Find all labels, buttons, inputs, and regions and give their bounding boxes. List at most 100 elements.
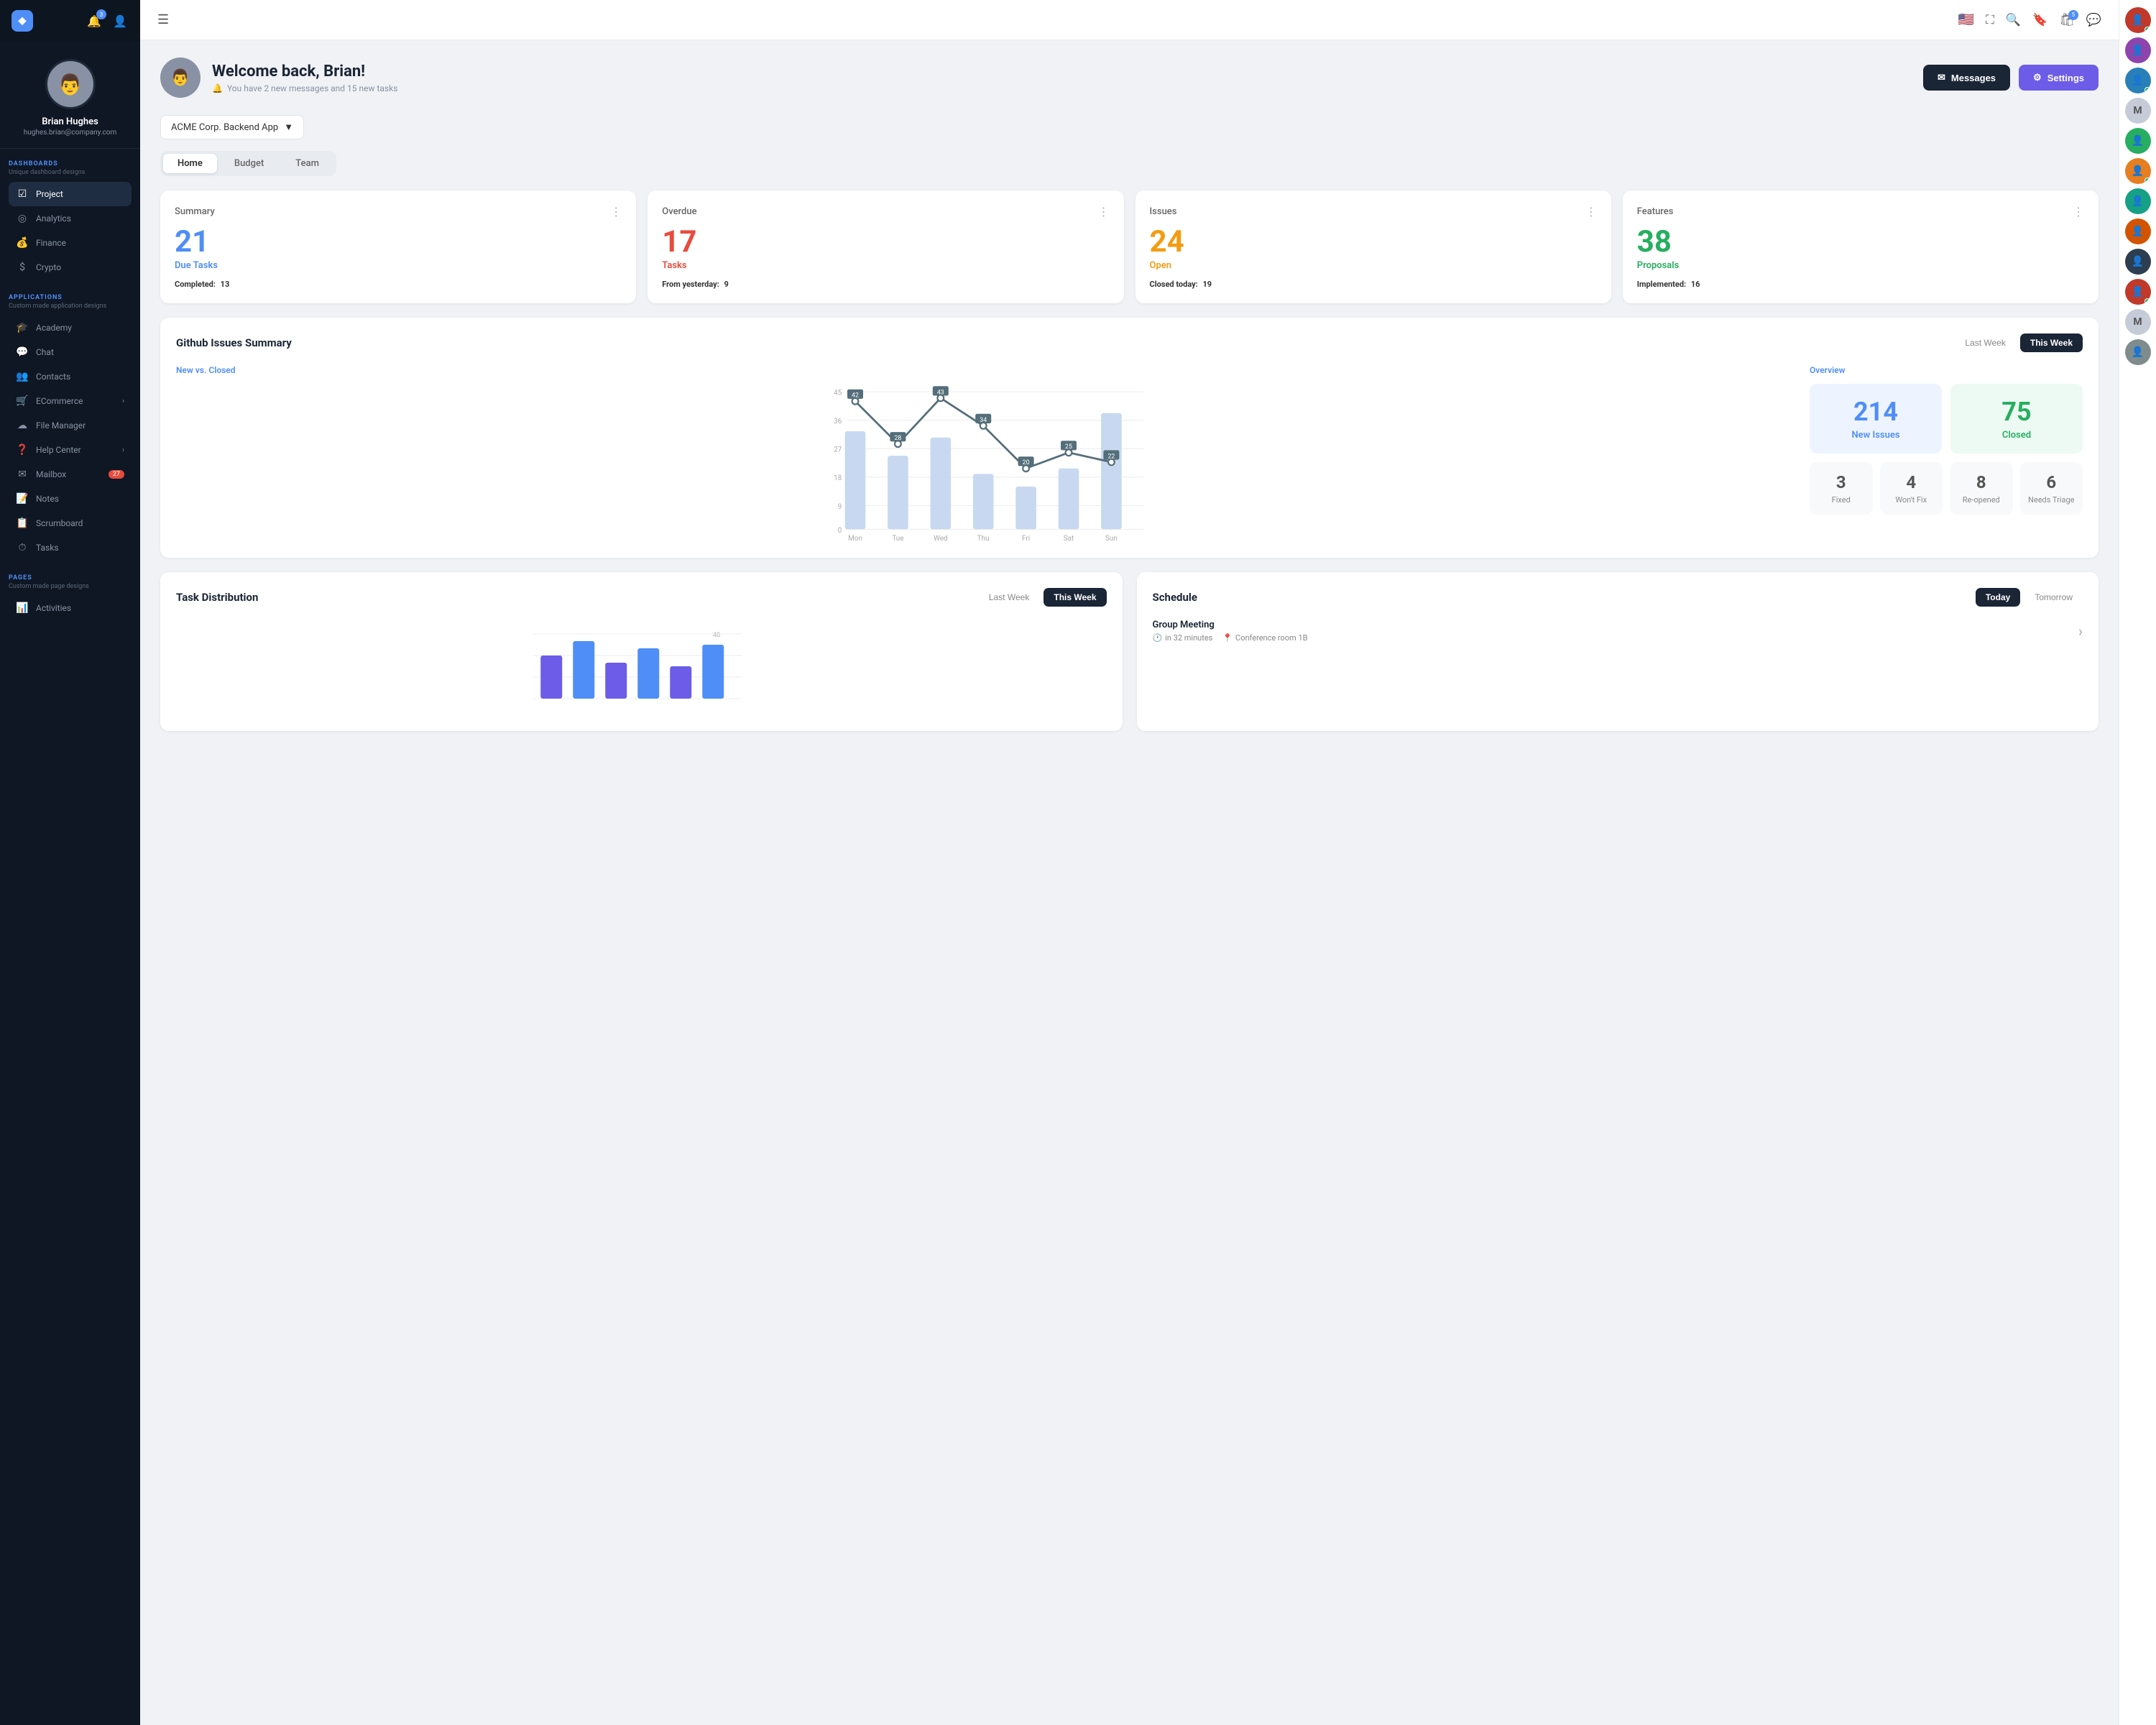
card-overdue-sub-key: From yesterday:: [662, 280, 719, 289]
gear-icon: ⚙: [2033, 72, 2042, 83]
sidebar-item-notes[interactable]: 📝 Notes: [9, 487, 132, 511]
project-selector[interactable]: ACME Corp. Backend App ▼: [160, 115, 304, 139]
right-avatar-7[interactable]: 👤: [2125, 218, 2151, 244]
tomorrow-btn[interactable]: Tomorrow: [2024, 588, 2083, 607]
topbar-chat-icon[interactable]: 💬: [2086, 13, 2101, 27]
new-issues-num: 214: [1823, 397, 1929, 427]
github-issues-title: Github Issues Summary: [176, 336, 292, 349]
analytics-icon: ◎: [16, 213, 29, 224]
card-features-menu[interactable]: ⋮: [2073, 205, 2084, 218]
sidebar-item-ecommerce[interactable]: 🛒 ECommerce ›: [9, 389, 132, 413]
right-avatar-8[interactable]: 👤: [2125, 249, 2151, 275]
right-avatar-2[interactable]: 👤: [2125, 68, 2151, 93]
sidebar-item-chat[interactable]: 💬 Chat: [9, 340, 132, 364]
sidebar-item-filemanager[interactable]: ☁ File Manager: [9, 413, 132, 438]
card-issues-sub-key: Closed today:: [1150, 280, 1198, 289]
academy-icon: 🎓: [16, 322, 29, 334]
helpcenter-icon: ❓: [16, 444, 29, 456]
tab-budget[interactable]: Budget: [220, 154, 278, 173]
right-avatar-9[interactable]: 👤: [2125, 279, 2151, 305]
right-avatar-6[interactable]: 👤: [2125, 188, 2151, 214]
finance-icon: 💰: [16, 237, 29, 249]
this-week-btn[interactable]: This Week: [2020, 334, 2083, 352]
svg-text:36: 36: [834, 418, 842, 426]
cart-icon[interactable]: 🛍 5: [2059, 13, 2075, 27]
scrumboard-icon: 📋: [16, 518, 29, 529]
svg-text:27: 27: [834, 446, 842, 454]
user-name: Brian Hughes: [42, 116, 98, 127]
crypto-icon: $: [16, 262, 29, 273]
right-avatar-0[interactable]: 👤: [2125, 7, 2151, 33]
sidebar-item-finance[interactable]: 💰 Finance: [9, 231, 132, 255]
card-summary-sub-key: Completed:: [175, 280, 216, 289]
sidebar-item-helpcenter[interactable]: ❓ Help Center ›: [9, 438, 132, 462]
today-btn[interactable]: Today: [1976, 588, 2020, 607]
applications-title: APPLICATIONS: [9, 294, 132, 301]
task-this-week-btn[interactable]: This Week: [1044, 588, 1106, 607]
sidebar-item-tasks[interactable]: ⏱ Tasks: [9, 535, 132, 560]
tasks-icon: ⏱: [16, 542, 29, 553]
tab-home[interactable]: Home: [163, 154, 217, 173]
fullscreen-icon[interactable]: ⛶: [1986, 13, 1994, 27]
sidebar-item-analytics[interactable]: ◎ Analytics: [9, 206, 132, 231]
envelope-icon: ✉: [1938, 72, 1945, 83]
svg-text:Sun: Sun: [1105, 535, 1118, 542]
settings-button[interactable]: ⚙ Settings: [2019, 65, 2099, 91]
right-avatar-3[interactable]: M: [2125, 98, 2151, 124]
sidebar-item-label: Contacts: [36, 372, 70, 382]
bar-thu: [973, 474, 994, 529]
card-issues-label: Open: [1150, 260, 1597, 271]
app-logo[interactable]: ◆: [11, 10, 33, 32]
user-circle-icon[interactable]: 👤: [111, 12, 129, 29]
welcome-sub: 🔔 You have 2 new messages and 15 new tas…: [212, 83, 397, 93]
card-overdue-menu[interactable]: ⋮: [1098, 205, 1110, 218]
mini-card-fixed: 3 Fixed: [1810, 462, 1873, 515]
sidebar-item-contacts[interactable]: 👥 Contacts: [9, 364, 132, 389]
card-issues-number: 24: [1150, 227, 1597, 257]
right-avatar-11[interactable]: 👤: [2125, 339, 2151, 365]
applications-sub: Custom made application designs: [9, 303, 132, 310]
sidebar-item-academy[interactable]: 🎓 Academy: [9, 316, 132, 340]
ecommerce-arrow-icon: ›: [122, 397, 124, 405]
menu-icon[interactable]: ☰: [157, 12, 169, 27]
schedule-arrow-icon[interactable]: ›: [2078, 622, 2083, 640]
messages-button[interactable]: ✉ Messages: [1923, 65, 2010, 91]
bookmark-icon[interactable]: 🔖: [2032, 13, 2047, 27]
search-icon[interactable]: 🔍: [2006, 13, 2021, 27]
card-summary-menu[interactable]: ⋮: [610, 205, 622, 218]
mini-lbl-reopened: Re-opened: [1955, 495, 2007, 505]
new-issues-card: 214 New Issues: [1810, 384, 1942, 454]
online-dot-5: [2145, 178, 2150, 183]
right-avatar-4[interactable]: 👤: [2125, 128, 2151, 154]
week-toggle: Last Week This Week: [1955, 334, 2083, 352]
user-section: 👨 Brian Hughes hughes.brian@company.com: [0, 42, 140, 149]
bar-mon: [845, 431, 866, 529]
tab-team[interactable]: Team: [281, 154, 333, 173]
sidebar-item-crypto[interactable]: $ Crypto: [9, 255, 132, 280]
dashboards-sub: Unique dashboard designs: [9, 169, 132, 176]
right-avatar-5[interactable]: 👤: [2125, 158, 2151, 184]
sidebar-item-project[interactable]: ☑ Project: [9, 182, 132, 206]
bar-sun: [1101, 413, 1122, 530]
applications-section: APPLICATIONS Custom made application des…: [0, 282, 140, 563]
sidebar-item-activities[interactable]: 📊 Activities: [9, 596, 132, 620]
notification-icon[interactable]: 🔔 3: [86, 12, 103, 29]
mini-card-wontfix: 4 Won't Fix: [1880, 462, 1943, 515]
card-issues-menu[interactable]: ⋮: [1585, 205, 1597, 218]
sidebar-item-scrumboard[interactable]: 📋 Scrumboard: [9, 511, 132, 535]
schedule-event-info: Group Meeting 🕐 in 32 minutes 📍 Conferen…: [1153, 620, 1308, 643]
task-last-week-btn[interactable]: Last Week: [979, 588, 1039, 607]
task-chart-placeholder: 40: [176, 620, 1107, 715]
last-week-btn[interactable]: Last Week: [1955, 334, 2015, 352]
right-avatar-10[interactable]: M: [2125, 309, 2151, 335]
bar-wed: [931, 438, 952, 530]
flag-icon[interactable]: 🇺🇸: [1958, 12, 1974, 27]
card-summary-header: Summary ⋮: [175, 205, 622, 218]
cart-badge: 5: [2068, 10, 2078, 20]
sidebar-item-label: Scrumboard: [36, 518, 83, 528]
mini-num-wontfix: 4: [1886, 472, 1938, 492]
activities-icon: 📊: [16, 602, 29, 614]
mini-card-reopened: 8 Re-opened: [1950, 462, 2013, 515]
right-avatar-1[interactable]: 👤: [2125, 37, 2151, 63]
sidebar-item-mailbox[interactable]: ✉ Mailbox 27: [9, 462, 132, 487]
